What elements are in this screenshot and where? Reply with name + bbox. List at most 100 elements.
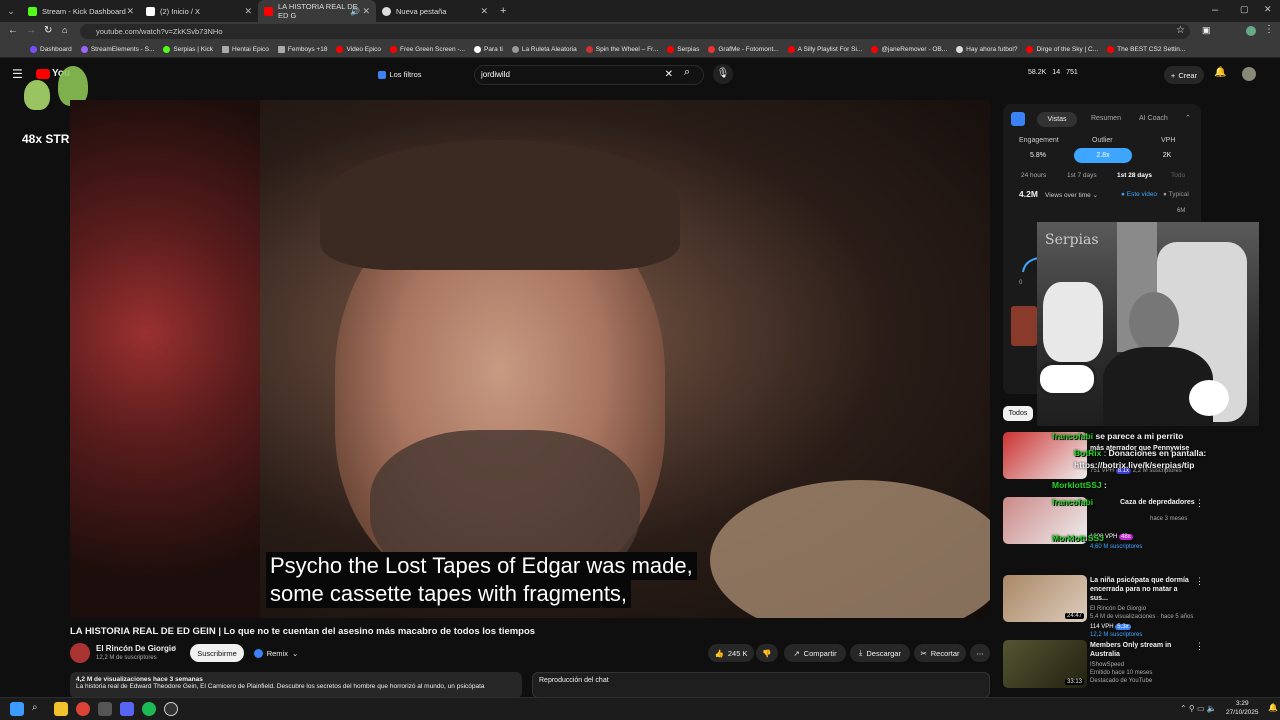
bookmark-item[interactable]: Spin the Wheel – Fr... — [585, 45, 658, 53]
obs-icon[interactable] — [164, 702, 178, 716]
maximize-icon[interactable]: ▢ — [1240, 4, 1249, 15]
bookmark-item[interactable]: StreamElements - S... — [80, 45, 154, 53]
browser-menu-icon[interactable]: ⋮ — [1264, 24, 1274, 35]
new-tab-plus-icon[interactable]: + — [500, 5, 506, 17]
chrome-icon[interactable] — [76, 702, 90, 716]
range-24h[interactable]: 24 hours — [1021, 172, 1046, 179]
description-box[interactable]: 4,2 M de visualizaciones hace 3 semanas … — [70, 672, 522, 698]
bookmark-item[interactable]: Hay ahora futbol? — [956, 45, 1018, 53]
tab-ai-coach[interactable]: AI Coach — [1139, 115, 1168, 122]
reload-icon[interactable]: ↻ — [44, 25, 52, 36]
close-icon[interactable]: ✕ — [244, 6, 252, 17]
share-button[interactable]: ↗ Compartir — [784, 644, 846, 662]
microphone-icon[interactable]: 🎙 — [713, 64, 733, 84]
url-input[interactable]: youtube.com/watch?v=ZkKSvb73NHo — [80, 24, 1190, 39]
more-actions-button[interactable]: ⋯ — [970, 644, 990, 662]
bookmark-item[interactable]: La Ruleta Aleatoria — [511, 45, 577, 53]
tab-resumen[interactable]: Resumen — [1091, 115, 1121, 122]
audio-icon[interactable]: 🔊 — [350, 7, 360, 16]
clock-time[interactable]: 3:29 — [1236, 700, 1249, 707]
clear-search-icon[interactable]: ✕ — [665, 69, 673, 80]
subscribe-button[interactable]: Suscribirme — [190, 644, 244, 662]
recommendation-thumbnail[interactable]: 24:47 — [1003, 575, 1087, 622]
discord-icon[interactable] — [120, 702, 134, 716]
tab-vistas[interactable]: Vistas — [1037, 112, 1077, 127]
download-button[interactable]: ⤓ Descargar — [850, 644, 910, 662]
star-icon[interactable]: ☆ — [1176, 25, 1185, 36]
recommendation-thumbnail[interactable]: 33:13 — [1003, 640, 1087, 688]
close-icon[interactable]: ✕ — [480, 6, 488, 17]
search-icon[interactable]: ⌕ — [684, 66, 690, 79]
search-icon[interactable]: ⌕ — [32, 702, 46, 716]
home-icon[interactable]: ⌂ — [62, 25, 67, 35]
views-over-time-select[interactable]: Views over time ⌄ — [1045, 191, 1098, 199]
close-icon[interactable]: ✕ — [362, 6, 370, 17]
tab-menu-icon[interactable]: ⌄ — [0, 6, 22, 17]
search-input[interactable]: jordiwild ✕ — [474, 65, 704, 85]
metric-vph[interactable]: 2K — [1138, 148, 1196, 163]
forward-icon[interactable]: → — [26, 25, 36, 36]
address-bar: ← → ↻ ⌂ youtube.com/watch?v=ZkKSvb73NHo … — [0, 22, 1280, 41]
spotify-icon[interactable] — [142, 702, 156, 716]
bookmark-item[interactable]: Free Green Screen -... — [390, 45, 465, 53]
bookmark-item[interactable]: Serpias — [667, 45, 699, 53]
tab-x[interactable]: (2) Inicio / X ✕ — [140, 0, 258, 22]
bookmark-item[interactable]: Dashboard — [30, 45, 72, 53]
profile-avatar[interactable] — [1246, 26, 1256, 36]
clock-date[interactable]: 27/10/2025 — [1226, 709, 1259, 716]
dislike-button[interactable]: 👎 — [756, 644, 778, 662]
bookmark-item[interactable]: Para ti — [474, 45, 503, 53]
bookmark-item[interactable]: GrafMe - Fotomont... — [708, 45, 779, 53]
file-explorer-icon[interactable] — [54, 702, 68, 716]
range-all[interactable]: Todo — [1171, 172, 1185, 179]
window-close-icon[interactable]: ✕ — [1264, 4, 1272, 15]
back-icon[interactable]: ← — [8, 25, 18, 36]
recommendation-card[interactable]: La niña psicópata que dormía encerrada p… — [1090, 576, 1196, 639]
channel-name[interactable]: El Rincón De Giorgio — [96, 644, 176, 653]
metric-outlier[interactable]: 2.8x — [1074, 148, 1132, 163]
like-button[interactable]: 👍 245 K — [708, 644, 754, 662]
recommendation-card[interactable]: Members Only stream in Australia IShowSp… — [1090, 641, 1196, 685]
range-7d[interactable]: 1st 7 days — [1067, 172, 1097, 179]
thumbs-up-icon: 👍 — [714, 648, 724, 658]
extensions-icon[interactable]: ▣ — [1202, 25, 1211, 36]
bookmark-item[interactable]: Serpias | Kick — [163, 45, 213, 53]
bookmark-item[interactable]: A Silly Playlist For Si... — [787, 45, 862, 53]
bookmark-item[interactable]: @janeRemover - OB... — [871, 45, 947, 53]
user-avatar[interactable] — [1242, 67, 1256, 81]
filter-chip-todos[interactable]: Todos — [1003, 406, 1033, 421]
bookmark-item[interactable]: Dirge of the Sky | C... — [1026, 45, 1098, 53]
windows-start-icon[interactable] — [10, 702, 24, 716]
chat-replay-box[interactable]: Reproducción del chat — [532, 672, 990, 698]
tab-new[interactable]: Nueva pestaña ✕ — [376, 0, 494, 22]
video-player[interactable]: Psycho the Lost Tapes of Edgar was made,… — [70, 100, 990, 618]
close-icon[interactable]: ✕ — [126, 6, 134, 17]
bookmark-item[interactable]: The BEST CS2 Settin... — [1107, 45, 1185, 53]
tab-youtube[interactable]: LA HISTORIA REAL DE ED G 🔊 ✕ — [258, 0, 376, 22]
recommendation-card[interactable]: Caza de depredadores hace 3 meses 1000 V… — [1090, 498, 1200, 551]
more-options-icon[interactable]: ⋮ — [1195, 576, 1204, 587]
bell-icon[interactable]: 🔔 — [1214, 67, 1226, 78]
more-options-icon[interactable]: ⋮ — [1195, 498, 1204, 509]
create-button[interactable]: + Crear — [1164, 66, 1204, 84]
filters-button[interactable]: Los filtros — [370, 67, 430, 82]
bookmark-label: Hay ahora futbol? — [966, 45, 1018, 53]
bookmark-item[interactable]: Hentai Epico — [222, 45, 269, 53]
clip-button[interactable]: ✂ Recortar — [914, 644, 966, 662]
browser-tab-bar: ⌄ Stream - Kick Dashboard ✕ (2) Inicio / … — [0, 0, 1280, 22]
channel-avatar[interactable] — [70, 643, 90, 663]
tab-kick[interactable]: Stream - Kick Dashboard ✕ — [22, 0, 140, 22]
metric-engagement[interactable]: 5.8% — [1009, 148, 1067, 163]
collapse-icon[interactable]: ⌃ — [1185, 114, 1191, 122]
app-icon[interactable] — [98, 702, 112, 716]
system-tray[interactable]: ⌃ ⚲ ▭ 🔈 — [1180, 704, 1217, 713]
bookmark-item[interactable]: Video Epico — [336, 45, 381, 53]
legend-este-video: ● Este video — [1121, 191, 1158, 198]
thumbnail-small[interactable] — [1011, 306, 1037, 346]
more-options-icon[interactable]: ⋮ — [1195, 641, 1204, 652]
notification-icon[interactable]: 🔔 — [1268, 703, 1278, 712]
remix-button[interactable]: Remix ⌄ — [250, 644, 302, 662]
bookmark-item[interactable]: Femboys +18 — [277, 45, 327, 53]
range-28d[interactable]: 1st 28 days — [1117, 172, 1152, 179]
minimize-icon[interactable]: – — [1212, 4, 1218, 16]
